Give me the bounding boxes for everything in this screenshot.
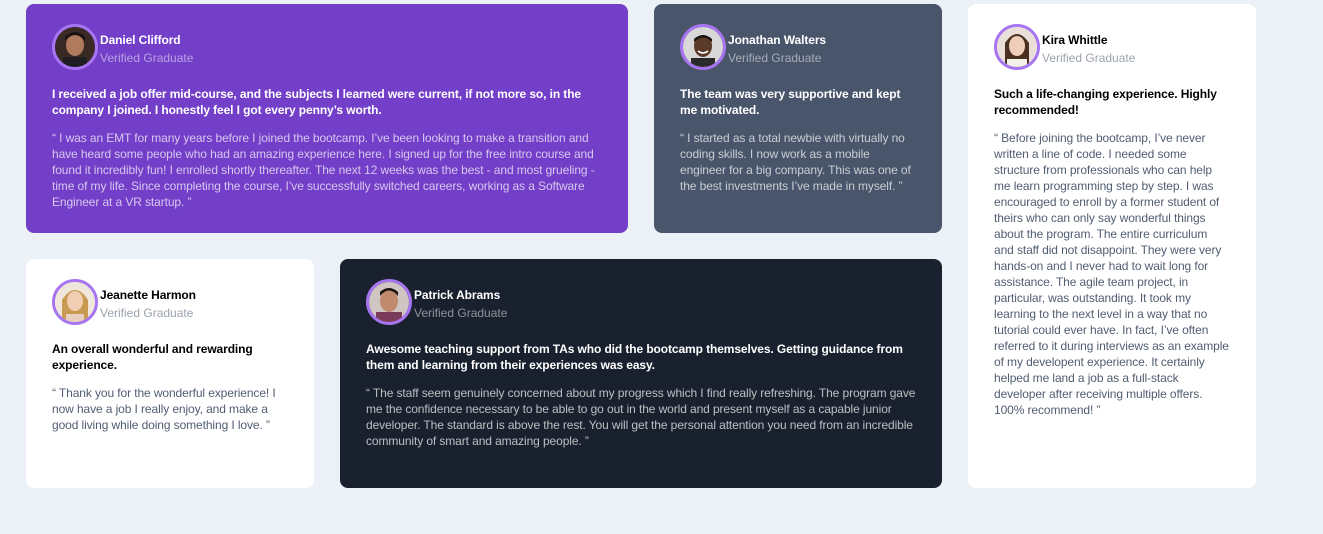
testimonial-quote: “ I started as a total newbie with virtu… [680,131,911,193]
author-name: Patrick Abrams [414,288,501,302]
author-name: Jeanette Harmon [100,288,196,302]
testimonial-card-patrick: Patrick Abrams Verified Graduate Awesome… [340,259,942,488]
jonathan-avatar [680,24,726,70]
testimonial-summary: The team was very supportive and kept me… [680,87,901,117]
testimonial-summary: I received a job offer mid-course, and t… [52,87,581,117]
testimonial-header: Daniel Clifford Verified Graduate [52,24,602,76]
testimonial-header: Jeanette Harmon Verified Graduate [52,279,288,331]
testimonial-quote: “ The staff seem genuinely concerned abo… [366,386,916,448]
testimonial-card-kira: Kira Whittle Verified Graduate Such a li… [968,4,1256,488]
testimonial-summary: An overall wonderful and rewarding exper… [52,342,253,372]
testimonial-quote: “ I was an EMT for many years before I j… [52,131,595,209]
author-role: Verified Graduate [100,51,194,65]
testimonial-card-jonathan: Jonathan Walters Verified Graduate The t… [654,4,942,233]
author-role: Verified Graduate [100,306,194,320]
testimonial-header: Kira Whittle Verified Graduate [994,24,1230,76]
testimonial-header: Jonathan Walters Verified Graduate [680,24,916,76]
kira-avatar [994,24,1040,70]
author-name: Daniel Clifford [100,33,181,47]
testimonial-summary: Awesome teaching support from TAs who di… [366,342,903,372]
author-role: Verified Graduate [1042,51,1136,65]
patrick-avatar [366,279,412,325]
testimonial-card-jeanette: Jeanette Harmon Verified Graduate An ove… [26,259,314,488]
testimonial-card-daniel: Daniel Clifford Verified Graduate I rece… [26,4,628,233]
testimonial-quote: “ Thank you for the wonderful experience… [52,386,276,432]
jeanette-avatar [52,279,98,325]
author-role: Verified Graduate [728,51,822,65]
author-role: Verified Graduate [414,306,508,320]
testimonial-quote: “ Before joining the bootcamp, I’ve neve… [994,131,1229,417]
daniel-avatar [52,24,98,70]
testimonial-summary: Such a life-changing experience. Highly … [994,87,1217,117]
author-name: Kira Whittle [1042,33,1108,47]
testimonial-header: Patrick Abrams Verified Graduate [366,279,916,331]
author-name: Jonathan Walters [728,33,826,47]
